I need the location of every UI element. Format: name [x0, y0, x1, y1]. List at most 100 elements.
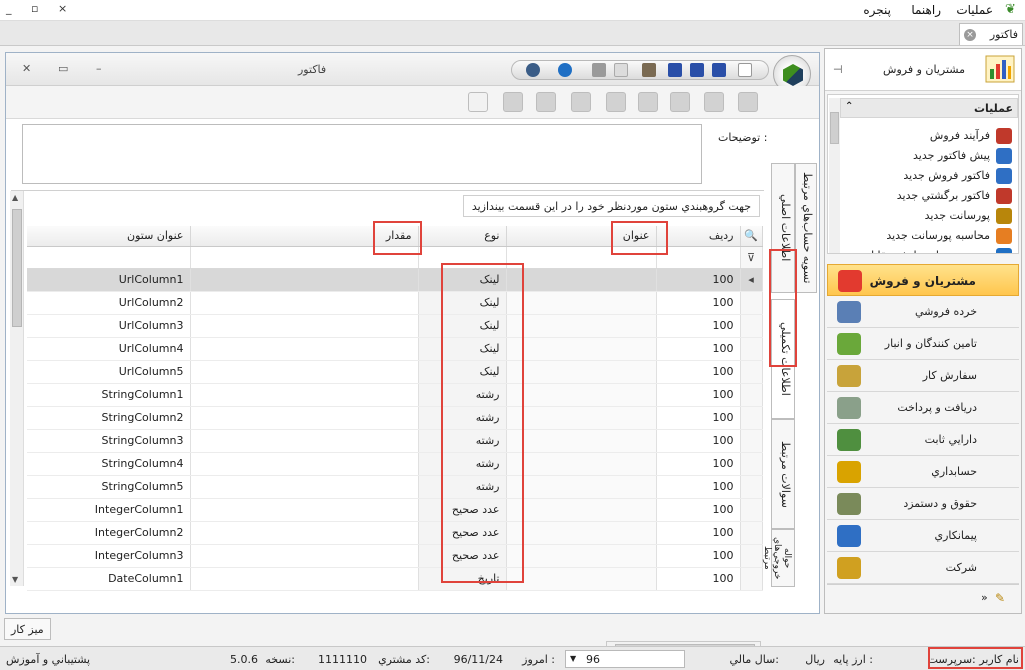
- grid-vertical-scrollbar[interactable]: ▲ ▼: [10, 191, 24, 586]
- cell-row[interactable]: 100: [656, 452, 741, 476]
- module-item[interactable]: دريافت و پرداخت: [827, 392, 1019, 424]
- cell-row[interactable]: 100: [656, 475, 741, 499]
- table-row[interactable]: IntegerColumn3 عدد صحيح 100: [27, 544, 763, 568]
- menu-help[interactable]: راهنما: [911, 3, 941, 17]
- cell-title[interactable]: [506, 498, 657, 522]
- cell-column-title[interactable]: IntegerColumn2: [27, 521, 191, 545]
- cell-amount[interactable]: [190, 498, 419, 522]
- row-indicator[interactable]: [740, 475, 763, 499]
- scroll-thumb[interactable]: [12, 209, 22, 327]
- cell-row[interactable]: 100: [656, 383, 741, 407]
- cell-column-title[interactable]: UrlColumn3: [27, 314, 191, 338]
- cell-amount[interactable]: [190, 360, 419, 384]
- row-indicator[interactable]: [740, 452, 763, 476]
- menu-operations[interactable]: عملیات: [956, 3, 993, 17]
- cell-amount[interactable]: [190, 475, 419, 499]
- ops-scrollbar[interactable]: [829, 98, 840, 253]
- cell-title[interactable]: [506, 291, 657, 315]
- cell-amount[interactable]: [190, 567, 419, 591]
- edit-icon[interactable]: [571, 92, 591, 112]
- tools-icon[interactable]: [526, 63, 540, 77]
- cell-column-title[interactable]: StringColumn2: [27, 406, 191, 430]
- row-indicator[interactable]: [740, 360, 763, 384]
- table-row[interactable]: StringColumn3 رشته 100: [27, 429, 763, 453]
- table-row[interactable]: StringColumn1 رشته 100: [27, 383, 763, 407]
- fiscal-year-select[interactable]: ▼ 96: [565, 650, 685, 668]
- filter-cell[interactable]: [27, 246, 191, 269]
- cell-row[interactable]: 100: [656, 544, 741, 568]
- save-as-icon[interactable]: [690, 63, 704, 77]
- scroll-up-icon[interactable]: ▲: [12, 193, 18, 202]
- cell-amount[interactable]: [190, 452, 419, 476]
- cell-column-title[interactable]: IntegerColumn1: [27, 498, 191, 522]
- scroll-down-icon[interactable]: ▼: [12, 575, 18, 584]
- header-column-title[interactable]: عنوان ستون: [27, 226, 191, 247]
- status-support-link[interactable]: پشتيباني و آموزش: [6, 653, 90, 666]
- row-indicator[interactable]: [740, 337, 763, 361]
- cell-column-title[interactable]: StringColumn5: [27, 475, 191, 499]
- cell-column-title[interactable]: UrlColumn4: [27, 337, 191, 361]
- print-icon[interactable]: [592, 63, 606, 77]
- table-row[interactable]: UrlColumn2 لينک 100: [27, 291, 763, 315]
- cell-row[interactable]: 100: [656, 291, 741, 315]
- cell-amount[interactable]: [190, 429, 419, 453]
- row-indicator[interactable]: [740, 521, 763, 545]
- ops-scroll-thumb[interactable]: [830, 112, 839, 144]
- table-row[interactable]: StringColumn4 رشته 100: [27, 452, 763, 476]
- save-icon[interactable]: [668, 63, 682, 77]
- group-by-hint[interactable]: جهت گروهبندي ستون موردنظر خود را در اين …: [462, 195, 760, 217]
- cell-amount[interactable]: [190, 406, 419, 430]
- user-icon[interactable]: [642, 63, 656, 77]
- table-row[interactable]: StringColumn5 رشته 100: [27, 475, 763, 499]
- help-icon[interactable]: [558, 63, 572, 77]
- cell-row[interactable]: 100: [656, 429, 741, 453]
- row-indicator[interactable]: [740, 544, 763, 568]
- operations-header[interactable]: عمليات ⌃: [840, 98, 1018, 118]
- cell-title[interactable]: [506, 337, 657, 361]
- cell-title[interactable]: [506, 360, 657, 384]
- cell-column-title[interactable]: UrlColumn5: [27, 360, 191, 384]
- cell-title[interactable]: [506, 544, 657, 568]
- cell-column-title[interactable]: IntegerColumn3: [27, 544, 191, 568]
- cancel-icon[interactable]: [704, 92, 724, 112]
- filter-cell[interactable]: [656, 246, 741, 269]
- cell-amount[interactable]: [190, 337, 419, 361]
- collapse-icon[interactable]: ⌃: [845, 101, 853, 112]
- cell-row[interactable]: 100: [656, 498, 741, 522]
- cell-row[interactable]: 100: [656, 567, 741, 591]
- menu-window[interactable]: پنجره: [863, 3, 891, 17]
- header-row[interactable]: رديف: [656, 226, 741, 247]
- window-controls[interactable]: _ ▫ ×: [6, 2, 75, 15]
- cell-title[interactable]: [506, 406, 657, 430]
- cell-amount[interactable]: [190, 383, 419, 407]
- cell-row[interactable]: 100: [656, 268, 741, 292]
- cell-column-title[interactable]: DateColumn1: [27, 567, 191, 591]
- form-restore-icon[interactable]: ▭: [58, 62, 68, 75]
- cell-title[interactable]: [506, 475, 657, 499]
- cell-title[interactable]: [506, 521, 657, 545]
- cell-title[interactable]: [506, 383, 657, 407]
- calculator-icon[interactable]: [468, 92, 488, 112]
- duplicate-icon[interactable]: [670, 92, 690, 112]
- filter-icon[interactable]: ⊽: [740, 246, 763, 269]
- table-row[interactable]: IntegerColumn2 عدد صحيح 100: [27, 521, 763, 545]
- cell-column-title[interactable]: StringColumn1: [27, 383, 191, 407]
- cell-row[interactable]: 100: [656, 521, 741, 545]
- cell-row[interactable]: 100: [656, 406, 741, 430]
- table-row[interactable]: StringColumn2 رشته 100: [27, 406, 763, 430]
- close-icon[interactable]: ×: [964, 29, 976, 41]
- table-row[interactable]: UrlColumn5 لينک 100: [27, 360, 763, 384]
- row-indicator[interactable]: [740, 406, 763, 430]
- cell-amount[interactable]: [190, 268, 419, 292]
- vtab-related-outgoing[interactable]: حواله خروجي‌هاي مرتبط: [762, 529, 795, 587]
- cell-row[interactable]: 100: [656, 314, 741, 338]
- cell-amount[interactable]: [190, 314, 419, 338]
- tab-invoice[interactable]: فاکتور ×: [959, 23, 1023, 45]
- module-item[interactable]: سفارش كار: [827, 360, 1019, 392]
- cell-title[interactable]: [506, 429, 657, 453]
- pin-icon[interactable]: [536, 92, 556, 112]
- table-row[interactable]: IntegerColumn1 عدد صحيح 100: [27, 498, 763, 522]
- header-type[interactable]: نوع: [418, 226, 507, 247]
- row-indicator[interactable]: [740, 498, 763, 522]
- search-icon[interactable]: 🔍: [740, 226, 763, 247]
